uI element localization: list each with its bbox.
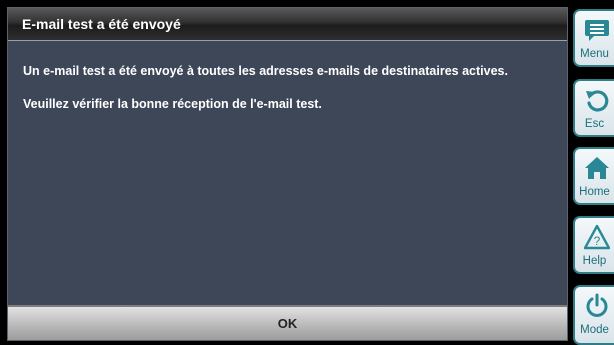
help-icon: ? — [584, 224, 610, 250]
side-nav: Menu Esc Home ? Help Mode — [573, 0, 614, 345]
power-icon — [586, 293, 608, 317]
esc-button[interactable]: Esc — [573, 79, 614, 137]
home-icon — [585, 157, 609, 179]
back-arrow-icon — [586, 90, 609, 112]
dialog-title: E-mail test a été envoyé — [22, 16, 181, 32]
esc-label: Esc — [584, 118, 605, 130]
ok-button[interactable]: OK — [8, 305, 567, 340]
menu-icon — [585, 20, 609, 41]
dialog-message-line1: Un e-mail test a été envoyé à toutes les… — [23, 64, 508, 78]
help-button[interactable]: ? Help — [573, 216, 614, 274]
menu-button[interactable]: Menu — [573, 9, 614, 67]
dialog-panel: E-mail test a été envoyé Un e-mail test … — [7, 7, 568, 341]
help-label: Help — [582, 255, 607, 267]
svg-text:?: ? — [594, 234, 601, 248]
mode-button[interactable]: Mode — [573, 285, 614, 345]
home-label: Home — [579, 186, 610, 198]
menu-label: Menu — [580, 48, 609, 60]
dialog-titlebar: E-mail test a été envoyé — [8, 8, 567, 41]
home-button[interactable]: Home — [573, 147, 614, 205]
dialog-message-line2: Veuillez vérifier la bonne réception de … — [23, 97, 322, 111]
mode-label: Mode — [580, 324, 609, 336]
